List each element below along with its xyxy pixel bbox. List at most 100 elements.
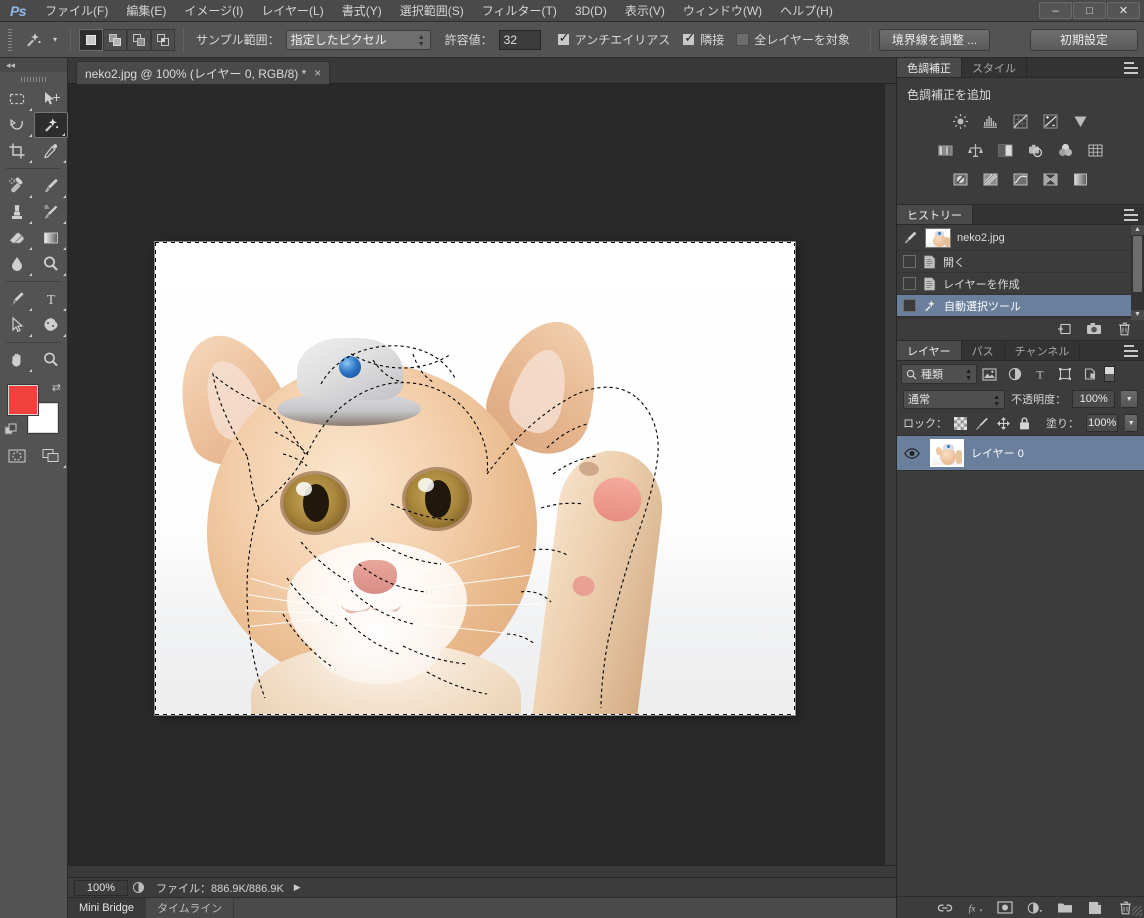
- quick-mask-mode-button[interactable]: [0, 443, 34, 469]
- posterize-icon[interactable]: [980, 169, 1002, 189]
- tab-styles[interactable]: スタイル: [962, 58, 1027, 77]
- filter-shape-icon[interactable]: [1052, 364, 1077, 384]
- maximize-button[interactable]: □: [1073, 2, 1106, 19]
- blur-tool[interactable]: [0, 251, 34, 277]
- layer-mask-icon[interactable]: [997, 900, 1013, 916]
- curves-icon[interactable]: [1010, 111, 1032, 131]
- opacity-input[interactable]: 100%: [1072, 390, 1116, 408]
- canvas-vertical-scrollbar[interactable]: [884, 84, 896, 877]
- lock-position-icon[interactable]: [996, 415, 1011, 431]
- rectangular-marquee-tool[interactable]: [0, 86, 34, 112]
- brush-tool[interactable]: [34, 173, 68, 199]
- tolerance-input[interactable]: 32: [498, 29, 541, 50]
- eraser-tool[interactable]: [0, 225, 34, 251]
- menu-file[interactable]: ファイル(F): [36, 0, 117, 22]
- hand-tool[interactable]: [0, 347, 34, 373]
- threshold-icon[interactable]: [1010, 169, 1032, 189]
- tool-preset-caret-icon[interactable]: ▾: [48, 27, 62, 53]
- zoom-level-field[interactable]: 100%: [74, 879, 128, 896]
- tab-paths[interactable]: パス: [962, 341, 1005, 360]
- contiguous-checkbox[interactable]: 隣接: [682, 31, 724, 48]
- intersect-selection-button[interactable]: [151, 28, 175, 51]
- menu-type[interactable]: 書式(Y): [333, 0, 391, 22]
- zoom-tool[interactable]: [34, 347, 68, 373]
- new-adjustment-layer-icon[interactable]: [1027, 900, 1043, 916]
- all-layers-checkbox[interactable]: 全レイヤーを対象: [736, 31, 850, 48]
- opacity-dropdown-icon[interactable]: ▼: [1121, 390, 1138, 408]
- history-source-checkbox[interactable]: [903, 277, 916, 290]
- black-white-icon[interactable]: [995, 140, 1017, 160]
- new-selection-button[interactable]: [79, 28, 103, 51]
- filter-smartobject-icon[interactable]: [1077, 364, 1102, 384]
- tab-mini-bridge[interactable]: Mini Bridge: [68, 898, 147, 918]
- adjustments-panel-menu-icon[interactable]: [1124, 62, 1138, 74]
- lock-transparent-pixels-icon[interactable]: [954, 415, 967, 431]
- layers-empty-area[interactable]: [897, 471, 1144, 918]
- path-selection-tool[interactable]: [0, 312, 34, 338]
- menu-help[interactable]: ヘルプ(H): [771, 0, 842, 22]
- history-source-checkbox[interactable]: [903, 299, 916, 312]
- menu-filter[interactable]: フィルター(T): [473, 0, 566, 22]
- history-state-open[interactable]: 開く: [897, 251, 1144, 273]
- toolbar-collapse-button[interactable]: ◂◂: [0, 58, 67, 72]
- spot-healing-brush-tool[interactable]: [0, 173, 34, 199]
- photo-filter-icon[interactable]: [1025, 140, 1047, 160]
- new-document-from-state-icon[interactable]: [1056, 321, 1072, 337]
- history-snapshot-row[interactable]: neko2.jpg: [897, 225, 1144, 251]
- brightness-contrast-icon[interactable]: [950, 111, 972, 131]
- options-bar-grip[interactable]: [4, 27, 16, 53]
- canvas-area[interactable]: [68, 84, 896, 877]
- history-panel-menu-icon[interactable]: [1124, 209, 1138, 221]
- delete-state-icon[interactable]: [1116, 321, 1132, 337]
- dodge-tool[interactable]: [34, 251, 68, 277]
- sample-size-select[interactable]: 指定したピクセル ▲ ▼: [285, 29, 431, 50]
- screen-mode-button[interactable]: [34, 443, 68, 469]
- menu-image[interactable]: イメージ(I): [175, 0, 252, 22]
- custom-shape-tool[interactable]: [34, 312, 68, 338]
- tab-channels[interactable]: チャンネル: [1005, 341, 1081, 360]
- new-layer-icon[interactable]: [1087, 900, 1103, 916]
- history-scrollbar[interactable]: ▲ ▼: [1131, 225, 1144, 320]
- invert-icon[interactable]: [950, 169, 972, 189]
- magic-wand-tool[interactable]: [34, 112, 68, 138]
- vibrance-icon[interactable]: [1070, 111, 1092, 131]
- layer-style-icon[interactable]: fx: [967, 900, 983, 916]
- history-source-checkbox[interactable]: [903, 255, 916, 268]
- blend-mode-select[interactable]: 通常 ▲ ▼: [903, 389, 1006, 409]
- image-canvas[interactable]: [155, 242, 795, 715]
- status-menu-arrow-icon[interactable]: ▶: [294, 882, 301, 893]
- add-to-selection-button[interactable]: [103, 28, 127, 51]
- filter-adjustment-icon[interactable]: [1002, 364, 1027, 384]
- document-tab[interactable]: neko2.jpg @ 100% (レイヤー 0, RGB/8) * ×: [76, 61, 331, 84]
- menu-window[interactable]: ウィンドウ(W): [674, 0, 771, 22]
- eyedropper-tool[interactable]: [34, 138, 68, 164]
- history-state-create-layer[interactable]: レイヤーを作成: [897, 273, 1144, 295]
- magic-wand-tool-icon[interactable]: [18, 27, 48, 53]
- refine-edge-button[interactable]: 境界線を調整 ...: [878, 28, 991, 51]
- link-layers-icon[interactable]: [937, 900, 953, 916]
- history-brush-tool[interactable]: [34, 199, 68, 225]
- lasso-tool[interactable]: [0, 112, 34, 138]
- selective-color-icon[interactable]: [1070, 169, 1092, 189]
- default-colors-icon[interactable]: [4, 423, 18, 437]
- foreground-color-swatch[interactable]: [8, 385, 38, 415]
- exposure-icon[interactable]: [1040, 111, 1062, 131]
- swap-colors-icon[interactable]: ⇄: [52, 381, 61, 394]
- channel-mixer-icon[interactable]: [1055, 140, 1077, 160]
- gradient-tool[interactable]: [34, 225, 68, 251]
- gradient-map-icon[interactable]: [1040, 169, 1062, 189]
- filter-type-icon[interactable]: T: [1027, 364, 1052, 384]
- layer-thumbnail[interactable]: [930, 439, 964, 467]
- reset-button[interactable]: 初期設定: [1030, 28, 1138, 51]
- history-state-magic-wand[interactable]: 自動選択ツール: [897, 295, 1144, 317]
- tab-history[interactable]: ヒストリー: [897, 205, 973, 224]
- clone-stamp-tool[interactable]: [0, 199, 34, 225]
- new-snapshot-icon[interactable]: [1086, 321, 1102, 337]
- delete-layer-icon[interactable]: [1117, 900, 1133, 916]
- levels-icon[interactable]: [980, 111, 1002, 131]
- pen-tool[interactable]: [0, 286, 34, 312]
- move-tool[interactable]: [34, 86, 68, 112]
- layer-filter-kind-select[interactable]: 種類 ▲ ▼: [901, 364, 977, 384]
- type-tool[interactable]: T: [34, 286, 68, 312]
- status-proxy-icon[interactable]: [128, 880, 148, 896]
